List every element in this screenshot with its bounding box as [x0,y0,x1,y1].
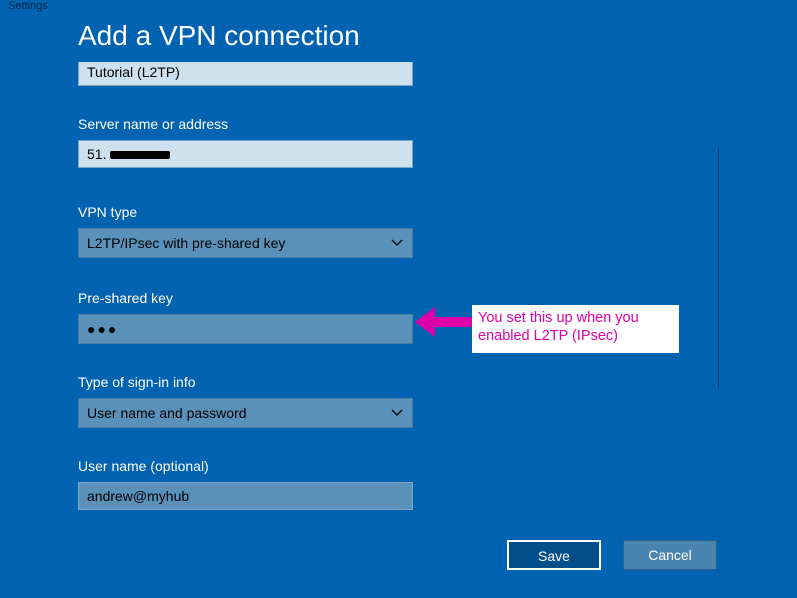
cancel-button[interactable]: Cancel [623,540,717,570]
signin-group: Type of sign-in info User name and passw… [78,374,413,428]
server-redaction [110,151,170,159]
username-value: andrew@myhub [87,488,189,504]
save-button[interactable]: Save [507,540,601,570]
scroll-track[interactable] [718,148,719,388]
signin-label: Type of sign-in info [78,374,413,390]
connection-name-field[interactable]: Tutorial (L2TP) [78,62,413,86]
form-content: Add a VPN connection Tutorial (L2TP) Ser… [78,20,413,510]
vpntype-value: L2TP/IPsec with pre-shared key [87,235,285,251]
signin-dropdown[interactable]: User name and password [78,398,413,428]
username-field[interactable]: andrew@myhub [78,482,413,510]
username-group: User name (optional) andrew@myhub [78,458,413,510]
username-label: User name (optional) [78,458,413,474]
vpntype-group: VPN type L2TP/IPsec with pre-shared key [78,204,413,258]
server-label: Server name or address [78,116,413,132]
vpntype-label: VPN type [78,204,413,220]
chevron-down-icon [390,406,404,420]
server-field[interactable]: 51. [78,140,413,168]
psk-group: Pre-shared key ●●● [78,290,413,344]
window-title: Settings [8,0,48,12]
button-row: Save Cancel [507,540,717,570]
psk-field[interactable]: ●●● [78,314,413,344]
server-group: Server name or address 51. [78,116,413,168]
vpntype-dropdown[interactable]: L2TP/IPsec with pre-shared key [78,228,413,258]
annotation-arrow-icon [413,297,475,347]
chevron-down-icon [390,236,404,250]
page-title: Add a VPN connection [78,20,413,52]
server-value: 51. [87,146,106,162]
psk-value: ●●● [87,321,118,337]
annotation-note: You set this up when you enabled L2TP (I… [472,305,679,353]
psk-label: Pre-shared key [78,290,413,306]
connection-name-value: Tutorial (L2TP) [87,64,180,80]
signin-value: User name and password [87,405,247,421]
